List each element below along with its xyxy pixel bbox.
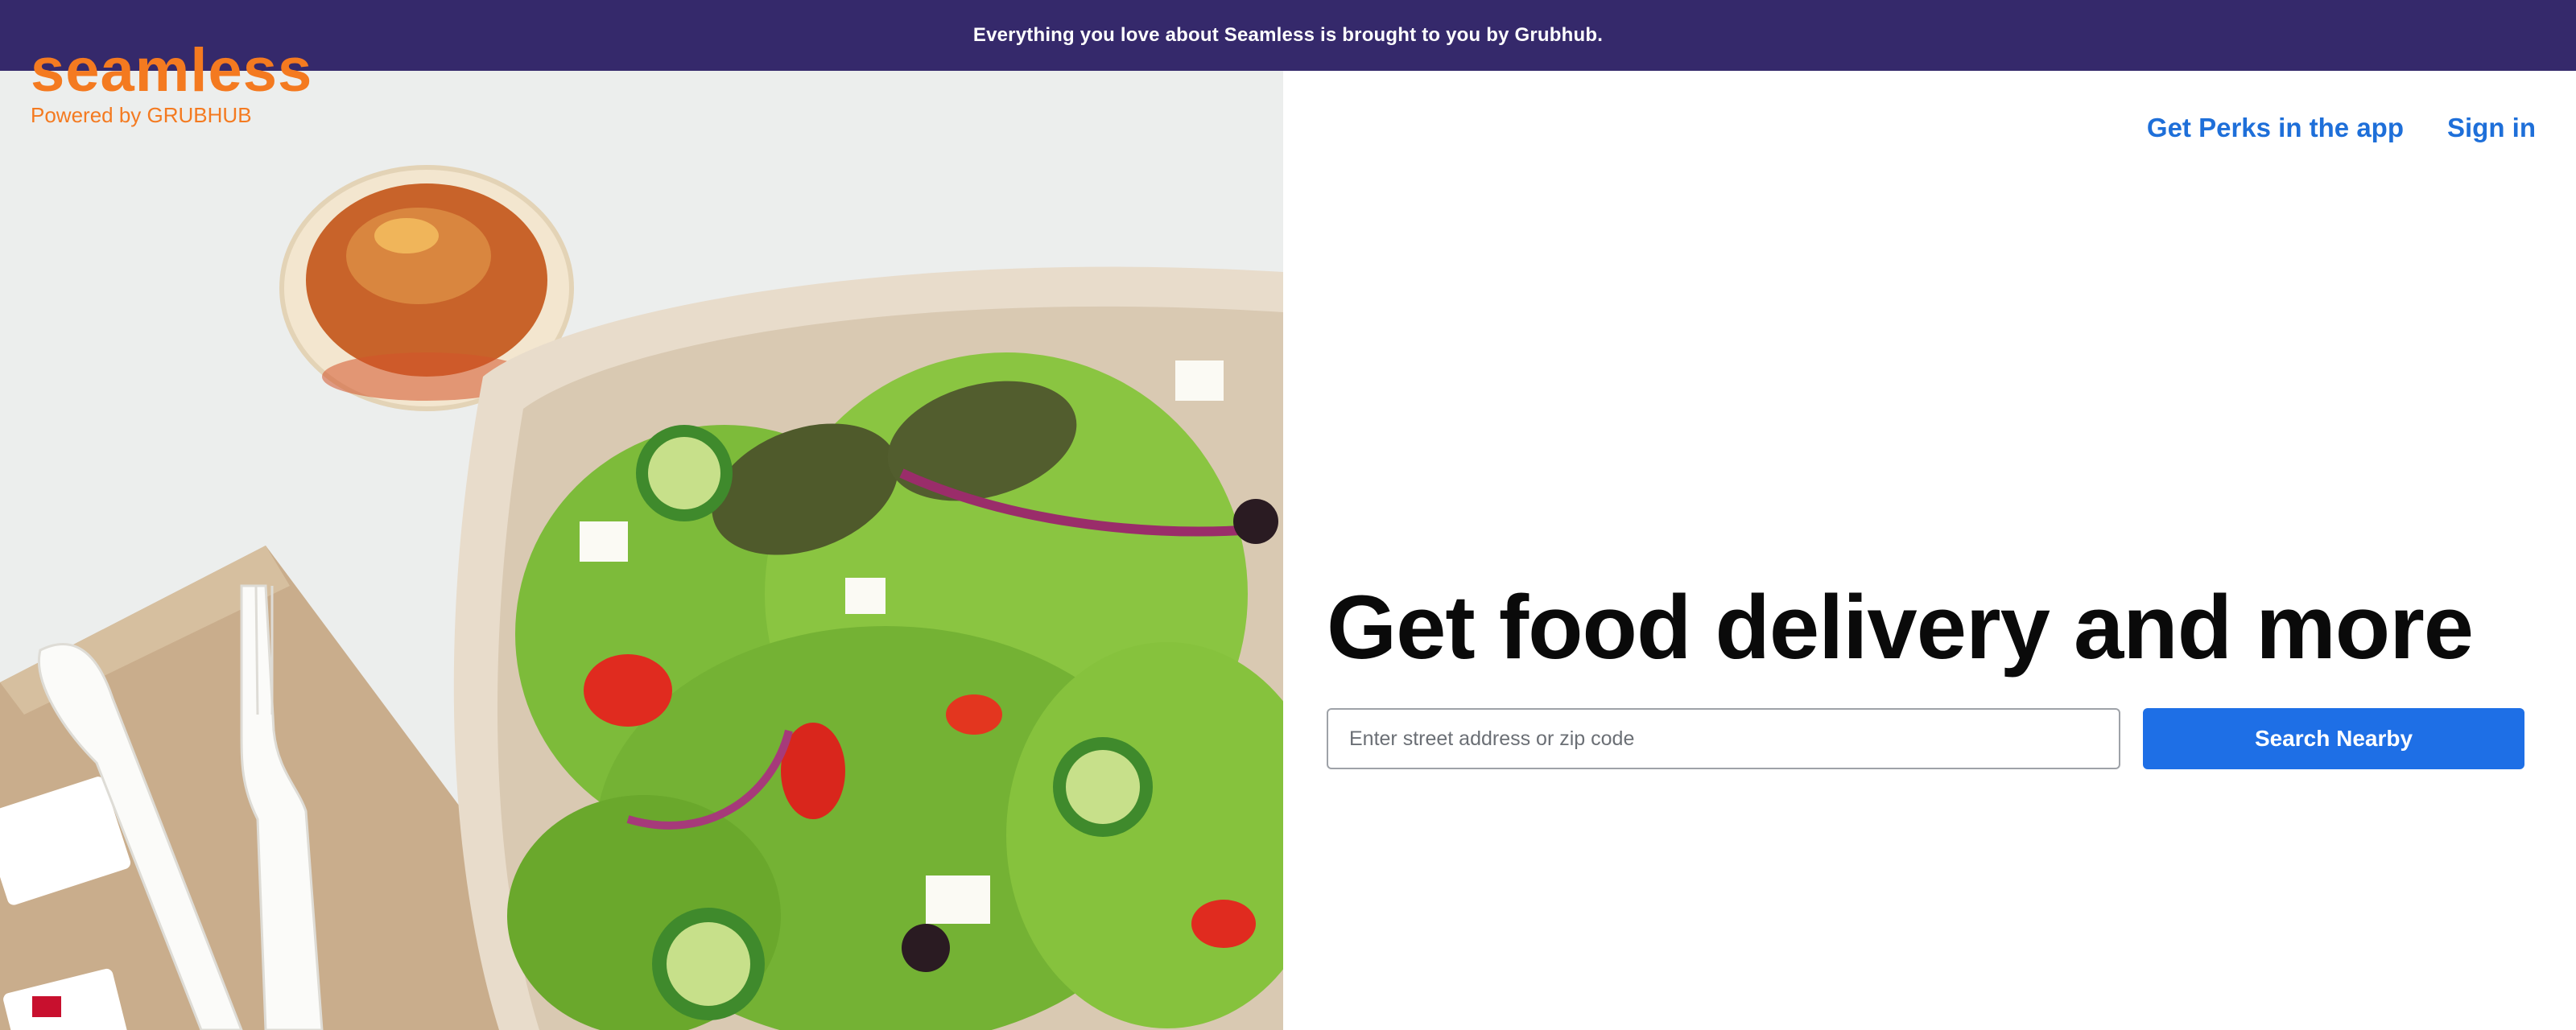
search-nearby-button[interactable]: Search Nearby [2143, 708, 2524, 769]
salad-photo-illustration [0, 71, 1283, 1030]
top-announcement-banner: Everything you love about Seamless is br… [0, 0, 2576, 71]
top-navigation: Get Perks in the app Sign in [2147, 114, 2536, 141]
logo-wordmark: seamless [31, 36, 313, 105]
hero-food-image [0, 71, 1283, 1030]
banner-text: Everything you love about Seamless is br… [972, 24, 1604, 46]
get-perks-link[interactable]: Get Perks in the app [2147, 114, 2404, 141]
logo-tagline: Powered by GRUBHUB [31, 103, 252, 127]
address-search-input[interactable] [1327, 708, 2120, 769]
seamless-logo[interactable]: seamless Powered by GRUBHUB [31, 40, 312, 126]
sign-in-link[interactable]: Sign in [2447, 114, 2536, 141]
hero-headline: Get food delivery and more [1327, 577, 2474, 678]
